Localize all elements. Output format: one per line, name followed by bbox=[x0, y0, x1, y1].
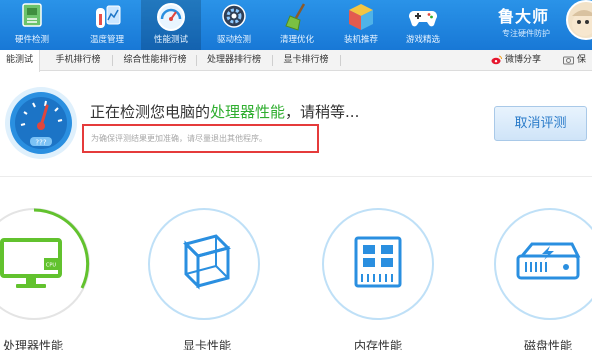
tab-phone-ranking[interactable]: 手机排行榜 bbox=[46, 50, 110, 71]
nav-temperature[interactable]: 温度管理 bbox=[77, 0, 137, 50]
cpu-monitor-icon: CPU bbox=[0, 238, 62, 288]
nav-game-picks[interactable]: 游戏精选 bbox=[393, 0, 453, 50]
cpu-performance-label: 处理器性能 bbox=[3, 339, 64, 350]
memory-chip-icon bbox=[354, 236, 402, 288]
tab-divider bbox=[112, 55, 113, 66]
weibo-share-link[interactable]: 微博分享 bbox=[491, 50, 541, 71]
nav-hardware-check[interactable]: 硬件检测 bbox=[2, 0, 62, 50]
nav-label: 游戏精选 bbox=[405, 35, 440, 45]
tab-gpu-ranking[interactable]: 显卡排行榜 bbox=[274, 50, 338, 71]
ranking-tabs: 能测试 手机排行榜 综合性能排行榜 处理器排行榜 显卡排行榜 微博分享 保 bbox=[0, 50, 592, 72]
brand-slogan: 专注硬件防护 bbox=[502, 29, 550, 38]
hint-box: 为确保评测结果更加准确，请尽量退出其他程序。 bbox=[82, 124, 319, 153]
status-title-prefix: 正在检测您电脑的 bbox=[90, 103, 211, 121]
status-title-highlight: 处理器性能 bbox=[210, 103, 286, 121]
tab-divider bbox=[340, 55, 341, 66]
nav-label: 硬件检测 bbox=[14, 35, 49, 45]
status-title: 正在检测您电脑的处理器性能，请稍等... bbox=[90, 101, 359, 122]
weibo-share-label: 微博分享 bbox=[505, 55, 542, 65]
tab-cpu-ranking[interactable]: 处理器排行榜 bbox=[198, 50, 270, 71]
disk-drive-icon bbox=[516, 242, 581, 280]
performance-gauge-icon: ??? bbox=[5, 87, 77, 159]
memory-performance-label: 内存性能 bbox=[354, 339, 403, 350]
nav-label: 装机推荐 bbox=[343, 35, 378, 45]
mascot-avatar[interactable] bbox=[566, 0, 592, 40]
nav-build-recommend[interactable]: 装机推荐 bbox=[331, 0, 391, 50]
hardware-board-icon bbox=[22, 3, 42, 27]
nav-clean-optimize[interactable]: 清理优化 bbox=[267, 0, 327, 50]
cancel-test-button[interactable]: 取消评测 bbox=[494, 106, 587, 141]
gamepad-icon bbox=[409, 11, 437, 27]
nav-label: 清理优化 bbox=[279, 35, 314, 45]
status-title-suffix: ，请稍等... bbox=[285, 103, 360, 121]
nav-driver-check[interactable]: 驱动检测 bbox=[204, 0, 264, 50]
tab-overall-ranking[interactable]: 综合性能排行榜 bbox=[114, 50, 196, 71]
speedometer-icon bbox=[157, 3, 185, 31]
svg-text:???: ??? bbox=[35, 139, 46, 147]
graphics-cube-icon bbox=[183, 234, 231, 290]
mascot-face-icon bbox=[572, 10, 592, 36]
gpu-performance-label: 显卡性能 bbox=[183, 339, 232, 350]
nav-performance-test[interactable]: 性能测试 bbox=[141, 0, 201, 50]
nav-label: 性能测试 bbox=[153, 35, 188, 45]
nav-label: 驱动检测 bbox=[216, 35, 251, 45]
weibo-icon bbox=[491, 55, 502, 64]
tab-divider bbox=[272, 55, 273, 66]
tab-performance-test[interactable]: 能测试 bbox=[0, 50, 40, 72]
thermometer-icon bbox=[96, 5, 121, 28]
broom-icon bbox=[285, 3, 306, 31]
main-toolbar: 硬件检测 温度管理 性能测试 驱动检测 清理优化 装机推荐 游戏精选 鲁大师 专… bbox=[0, 0, 592, 50]
hint-text: 为确保评测结果更加准确，请尽量退出其他程序。 bbox=[91, 134, 267, 143]
gear-driver-icon bbox=[222, 4, 246, 28]
nav-label: 温度管理 bbox=[89, 35, 124, 45]
svg-text:CPU: CPU bbox=[46, 263, 57, 269]
save-label: 保 bbox=[577, 55, 587, 65]
camera-icon bbox=[563, 56, 574, 64]
cube-icon bbox=[349, 4, 373, 30]
save-link[interactable]: 保 bbox=[563, 50, 586, 71]
brand-name: 鲁大师 bbox=[498, 7, 550, 26]
tab-divider bbox=[196, 55, 197, 66]
disk-performance-label: 磁盘性能 bbox=[524, 339, 573, 350]
section-divider bbox=[0, 176, 592, 177]
